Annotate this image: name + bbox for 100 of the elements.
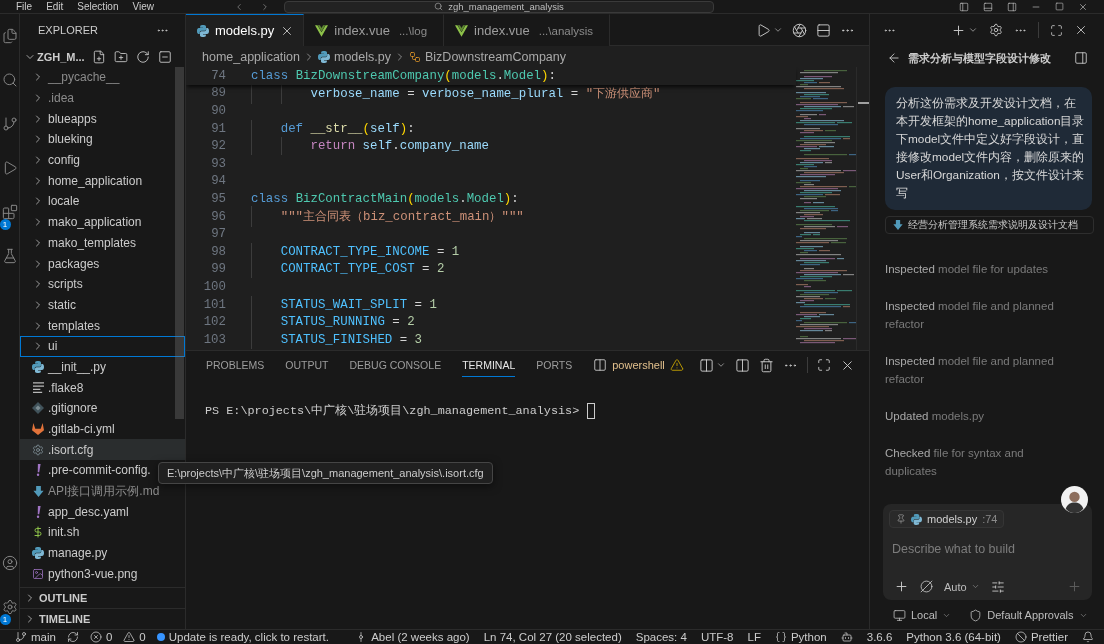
tree-item[interactable]: ui	[20, 335, 185, 357]
tree-item[interactable]: locale	[20, 191, 185, 212]
panel-left-icon[interactable]	[959, 1, 969, 12]
layout-icon[interactable]	[816, 22, 831, 38]
menu-item[interactable]: File	[16, 0, 33, 13]
circle-slash-icon[interactable]	[920, 580, 933, 593]
tree-item[interactable]: init.sh	[20, 522, 185, 543]
status-item[interactable]: 0	[123, 631, 146, 643]
robot-icon[interactable]	[840, 631, 853, 643]
tree-item[interactable]: .isort.cfg	[20, 439, 185, 461]
tree-item[interactable]: config	[20, 149, 185, 171]
breadcrumb-item[interactable]: home_application	[202, 49, 300, 64]
tree-item[interactable]: blueapps	[20, 108, 185, 130]
plus-icon[interactable]	[894, 579, 909, 594]
layout-icon[interactable]	[734, 357, 750, 373]
status-item[interactable]: Python	[774, 631, 827, 643]
tree-item[interactable]: packages	[20, 253, 185, 274]
branch-icon[interactable]	[1, 116, 18, 132]
tree-item[interactable]: .flake8	[20, 377, 185, 398]
status-item[interactable]: Prettier	[1014, 631, 1068, 643]
breadcrumb-item[interactable]: models.py	[318, 49, 391, 64]
panel-bottom-icon[interactable]	[983, 1, 993, 12]
tree-item[interactable]: manage.py	[20, 542, 185, 564]
status-item[interactable]: Spaces: 4	[635, 631, 687, 643]
settings-icon[interactable]	[1, 599, 18, 615]
editor-tab[interactable]: index.vue ...\log	[304, 14, 445, 46]
tree-item[interactable]: __init__.py	[20, 356, 185, 378]
tree-item[interactable]: blueking	[20, 129, 185, 150]
search-icon[interactable]	[1, 72, 18, 88]
trash-icon[interactable]	[758, 357, 774, 373]
status-item[interactable]: main	[15, 631, 56, 643]
caret-icon[interactable]	[968, 25, 978, 35]
files-icon[interactable]	[1, 28, 18, 44]
status-item[interactable]: Update is ready, click to restart.	[156, 631, 329, 643]
panel-tab[interactable]: PORTS	[536, 353, 573, 377]
bell-icon[interactable]	[1082, 631, 1094, 643]
context-chip[interactable]: models.py :74	[889, 510, 1005, 528]
tree-item[interactable]: .idea	[20, 87, 185, 109]
tree-item[interactable]: python3-vue.png	[20, 563, 185, 585]
editor-tab[interactable]: index.vue ...\analysis	[444, 14, 611, 46]
status-item[interactable]: UTF-8	[700, 631, 734, 643]
status-item[interactable]: 3.6.6	[866, 631, 893, 643]
collapse-icon[interactable]	[158, 49, 172, 64]
terminal-profile[interactable]: powershell	[593, 358, 684, 372]
sticky-header[interactable]: 74 class BizDownstreamCompany(models.Model):	[186, 67, 796, 85]
menu-item[interactable]: View	[132, 0, 154, 13]
back-arrow-icon[interactable]	[887, 51, 901, 65]
command-center[interactable]: zgh_management_analysis	[284, 0, 714, 13]
settings-icon[interactable]	[989, 23, 1003, 37]
flask-icon[interactable]	[1, 248, 18, 264]
sync-icon[interactable]	[66, 631, 79, 643]
play-icon[interactable]	[756, 22, 771, 38]
prompt-input[interactable]: Describe what to build	[889, 539, 1082, 559]
new-folder-icon[interactable]	[114, 49, 128, 64]
panel-tab[interactable]: OUTPUT	[285, 353, 329, 377]
breadcrumb-item[interactable]: BizDownstreamCompany	[409, 49, 566, 64]
maximize-icon[interactable]	[1055, 2, 1064, 11]
new-file-icon[interactable]	[92, 49, 106, 64]
scrollbar-thumb[interactable]	[175, 67, 184, 419]
account-icon[interactable]	[1, 555, 18, 571]
tree-item[interactable]: .gitlab-ci.yml	[20, 418, 185, 440]
status-item[interactable]: 0	[89, 631, 113, 643]
plus-icon[interactable]	[951, 22, 966, 38]
menu-item[interactable]: Selection	[77, 0, 119, 13]
tree-item[interactable]: scripts	[20, 273, 185, 295]
refresh-icon[interactable]	[136, 49, 150, 64]
panel-tab[interactable]: DEBUG CONSOLE	[349, 353, 442, 377]
aperture-icon[interactable]	[792, 22, 807, 38]
status-item[interactable]: Python 3.6 (64-bit)	[906, 631, 1001, 643]
tree-item[interactable]: static	[20, 294, 185, 316]
avatar-icon[interactable]	[1061, 486, 1088, 513]
status-item[interactable]: Ln 74, Col 27 (20 selected)	[483, 631, 622, 643]
status-item[interactable]: Abel (2 weeks ago)	[355, 631, 470, 643]
caret-icon[interactable]	[715, 360, 726, 370]
tree-item[interactable]: .gitignore	[20, 398, 185, 419]
maximize-icon[interactable]	[1050, 23, 1063, 37]
tree-item[interactable]: __pycache__	[20, 67, 185, 88]
tree-item[interactable]: app_desc.yaml	[20, 501, 185, 523]
back-icon[interactable]	[234, 1, 244, 12]
tree-item[interactable]: templates	[20, 315, 185, 336]
status-item[interactable]: LF	[747, 631, 761, 643]
project-name[interactable]: ZGH_M...	[37, 50, 85, 63]
close-icon[interactable]	[1074, 23, 1088, 37]
mode-dropdown[interactable]: Auto	[944, 580, 980, 593]
panel-tab[interactable]: PROBLEMS	[206, 353, 265, 377]
footer-dropdown[interactable]: Local	[893, 608, 952, 622]
close-icon[interactable]	[1078, 1, 1088, 12]
attachment-chip[interactable]: 经营分析管理系统需求说明及设计文档	[885, 216, 1094, 234]
tree-item[interactable]: mako_templates	[20, 232, 185, 254]
blocks-icon[interactable]	[1, 204, 18, 220]
panel-tab[interactable]: TERMINAL	[462, 353, 516, 377]
tree-item[interactable]: mako_application	[20, 211, 185, 233]
footer-dropdown[interactable]: Default Approvals	[969, 608, 1088, 622]
caret-icon[interactable]	[773, 25, 783, 35]
panel-toggle-icon[interactable]	[1074, 51, 1088, 65]
sliders-icon[interactable]	[990, 579, 1005, 594]
forward-icon[interactable]	[260, 1, 270, 12]
maximize-icon[interactable]	[816, 358, 831, 372]
tree-item[interactable]: home_application	[20, 170, 185, 192]
editor-tab[interactable]: models.py	[186, 14, 305, 46]
